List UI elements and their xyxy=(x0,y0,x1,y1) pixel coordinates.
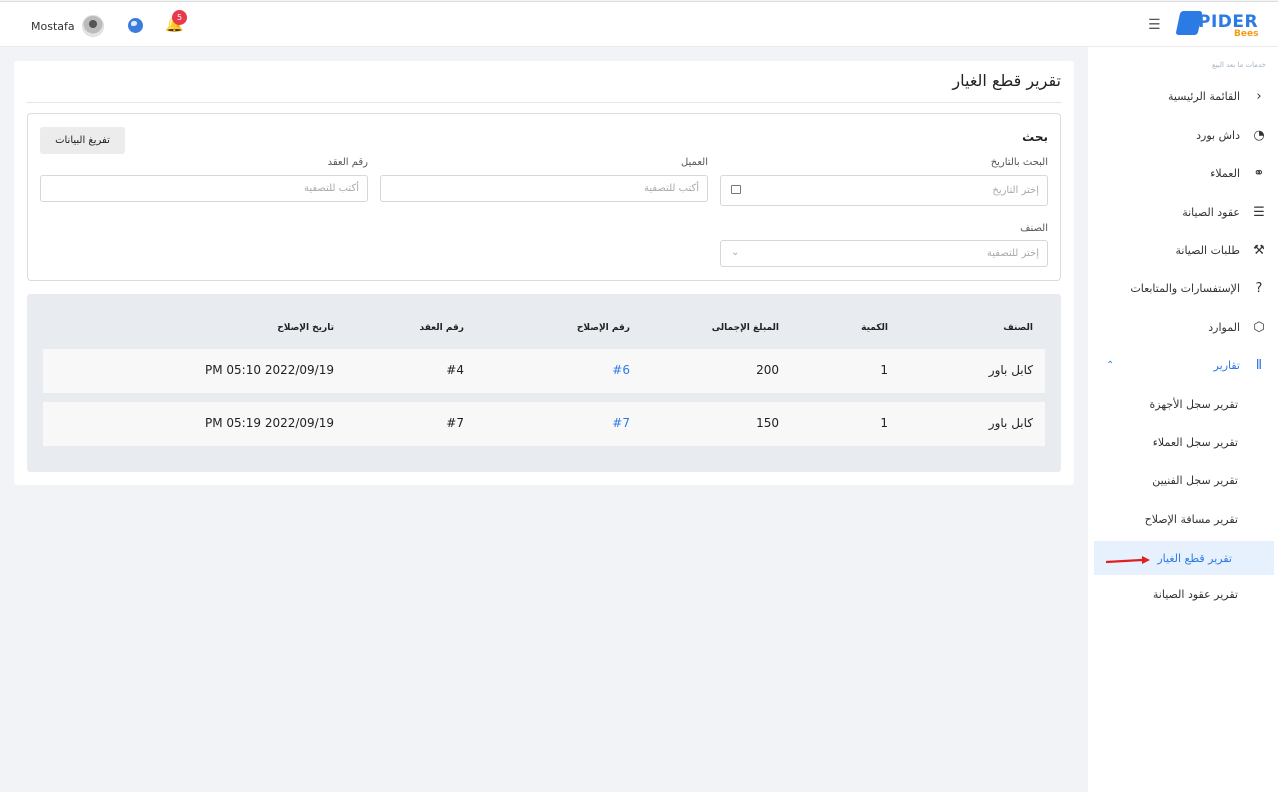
client-filter-label: العميل xyxy=(680,157,708,168)
sidebar-item-clients[interactable]: ⚭ العملاء xyxy=(1100,158,1268,188)
column-header-contract-no: رقم العقد xyxy=(419,323,465,333)
cell-total: 200 xyxy=(756,363,779,377)
cell-total: 150 xyxy=(756,416,779,430)
cell-item: كابل باور xyxy=(988,363,1033,377)
sidebar-item-dashboard[interactable]: ◔ داش بورد xyxy=(1100,120,1268,150)
chart-icon: Ⅱ xyxy=(1255,357,1263,373)
chevron-up-icon: ⌃ xyxy=(1106,359,1115,371)
sidebar-item-maintenance-contracts[interactable]: ☰ عقود الصيانة xyxy=(1100,197,1268,227)
sidebar-item-inquiries[interactable]: ? الإستفسارات والمتابعات xyxy=(1100,273,1268,303)
users-icon: ⚭ xyxy=(1253,165,1265,181)
calendar-icon xyxy=(731,185,741,194)
sidebar-item-label: الإستفسارات والمتابعات xyxy=(1130,281,1240,295)
sidebar-item-label: تقارير xyxy=(1213,358,1240,372)
sidebar-item-reports[interactable]: Ⅱ تقارير ⌃ xyxy=(1100,350,1268,380)
cell-repair-link[interactable]: #6 xyxy=(612,363,630,377)
search-title: بحث xyxy=(1022,130,1048,144)
cell-date: 2022/09/19 05:19 PM xyxy=(204,416,334,430)
question-icon: ? xyxy=(1255,280,1263,296)
sidebar-item-label: طلبات الصيانة xyxy=(1175,243,1241,257)
item-filter-select[interactable]: إختر للتصفية ⌄ xyxy=(720,240,1048,267)
sidebar-item-label: القائمة الرئيسية xyxy=(1167,89,1240,103)
date-filter-input[interactable]: إختر التاريخ xyxy=(720,175,1048,206)
contract-filter-placeholder: أكتب للتصفية xyxy=(303,183,359,194)
submenu-device-log-report[interactable]: تقرير سجل الأجهزة xyxy=(1150,398,1239,411)
cell-contract: #7 xyxy=(446,416,464,430)
clear-data-button[interactable]: تفريغ البيانات xyxy=(40,127,125,154)
chevron-left-icon: ‹ xyxy=(1256,88,1262,104)
results-table: الصنف الكمية المبلغ الإجمالى رقم الإصلاح… xyxy=(27,294,1061,472)
cell-date: 2022/09/19 05:10 PM xyxy=(204,363,334,377)
column-header-repair-date: تاريخ الإصلاح xyxy=(277,323,334,333)
chevron-down-icon: ⌄ xyxy=(731,247,740,258)
sidebar-item-main-menu[interactable]: ‹ القائمة الرئيسية xyxy=(1100,81,1268,111)
sidebar: خدمات ما بعد البيع ‹ القائمة الرئيسية ◔ … xyxy=(1088,47,1278,792)
submenu-client-log-report[interactable]: تقرير سجل العملاء xyxy=(1153,436,1238,449)
submenu-technician-log-report[interactable]: تقرير سجل الفنيين xyxy=(1152,474,1238,487)
divider xyxy=(26,102,1062,103)
cell-quantity: 1 xyxy=(880,416,888,430)
red-arrow-annotation xyxy=(1106,556,1150,564)
item-filter-placeholder: إختر للتصفية xyxy=(986,248,1039,259)
list-icon: ☰ xyxy=(1253,204,1265,220)
cell-repair-link[interactable]: #7 xyxy=(612,416,630,430)
sidebar-item-label: داش بورد xyxy=(1196,128,1240,142)
menu-toggle-icon[interactable]: ☰ xyxy=(1148,17,1161,33)
column-header-total: المبلغ الإجمالى xyxy=(711,323,779,333)
submenu-repair-distance-report[interactable]: تقرير مسافة الإصلاح xyxy=(1145,513,1238,526)
cell-item: كابل باور xyxy=(988,416,1033,430)
top-bar: Mostafa 🔔 5 ☰ PIDER Bees xyxy=(0,1,1278,47)
tools-icon: ⚒ xyxy=(1253,242,1265,258)
brand-sub: Bees xyxy=(1234,29,1259,39)
date-filter-label: البحث بالتاريخ xyxy=(990,157,1048,168)
globe-icon[interactable] xyxy=(128,18,143,33)
cell-contract: #4 xyxy=(446,363,464,377)
nodes-icon: ⬡ xyxy=(1253,319,1265,335)
report-card: تقرير قطع الغيار بحث تفريغ البيانات البح… xyxy=(14,61,1074,485)
brand-logo[interactable]: PIDER Bees xyxy=(1175,11,1262,41)
contract-filter-label: رقم العقد xyxy=(327,157,368,168)
submenu-maintenance-contracts-report[interactable]: تقرير عقود الصيانة xyxy=(1153,588,1238,601)
column-header-quantity: الكمية xyxy=(861,323,888,333)
column-header-item: الصنف xyxy=(1003,323,1033,333)
table-row[interactable]: كابل باور 1 150 #7 #7 2022/09/19 05:19 P… xyxy=(43,402,1045,446)
page-title: تقرير قطع الغيار xyxy=(952,71,1061,90)
sidebar-item-maintenance-requests[interactable]: ⚒ طلبات الصيانة xyxy=(1100,235,1268,265)
cell-quantity: 1 xyxy=(880,363,888,377)
sidebar-item-label: الموارد xyxy=(1208,320,1240,334)
username: Mostafa xyxy=(31,19,75,33)
sidebar-caption: خدمات ما بعد البيع xyxy=(1211,61,1266,69)
sidebar-item-label: العملاء xyxy=(1210,166,1240,180)
sidebar-item-resources[interactable]: ⬡ الموارد xyxy=(1100,312,1268,342)
client-filter-input[interactable]: أكتب للتصفية xyxy=(380,175,708,202)
table-row[interactable]: كابل باور 1 200 #6 #4 2022/09/19 05:10 P… xyxy=(43,349,1045,393)
user-menu[interactable]: Mostafa xyxy=(31,15,104,37)
gauge-icon: ◔ xyxy=(1253,127,1265,143)
submenu-spare-parts-label: تقرير قطع الغيار xyxy=(1157,552,1232,565)
avatar[interactable] xyxy=(81,15,104,37)
sidebar-item-label: عقود الصيانة xyxy=(1182,205,1240,219)
column-header-repair-no: رقم الإصلاح xyxy=(576,323,630,333)
notification-badge: 5 xyxy=(172,10,187,25)
client-filter-placeholder: أكتب للتصفية xyxy=(643,183,699,194)
contract-filter-input[interactable]: أكتب للتصفية xyxy=(40,175,368,202)
date-filter-placeholder: إختر التاريخ xyxy=(992,185,1039,196)
search-panel: بحث تفريغ البيانات البحث بالتاريخ إختر ا… xyxy=(27,113,1061,281)
item-filter-label: الصنف xyxy=(1020,223,1048,234)
